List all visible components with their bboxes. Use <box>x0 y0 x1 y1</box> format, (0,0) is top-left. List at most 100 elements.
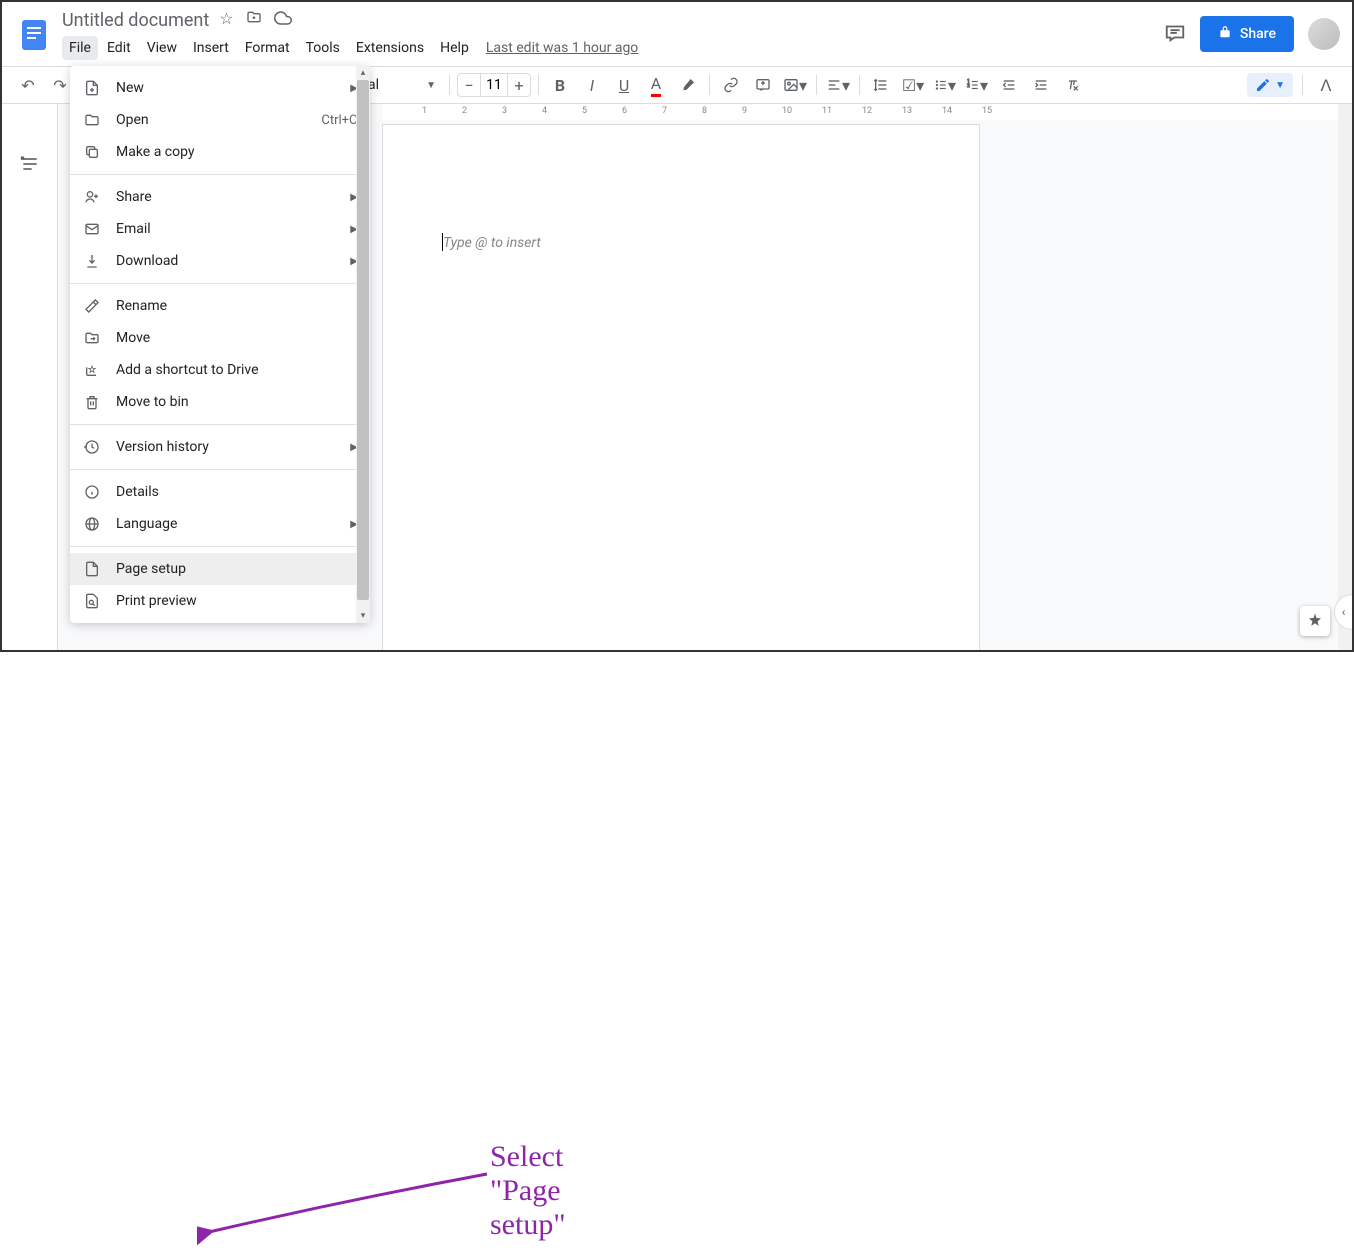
add-comment-button[interactable] <box>749 71 777 99</box>
menu-item-language[interactable]: Language▶ <box>70 508 370 540</box>
collapse-toolbar-button[interactable]: ᐱ <box>1312 71 1340 99</box>
lock-icon <box>1218 25 1232 43</box>
font-size-control: − 11 + <box>457 73 531 97</box>
scroll-thumb[interactable] <box>357 80 369 600</box>
menu-file[interactable]: File <box>62 36 98 60</box>
title-row: Untitled document ☆ <box>62 6 1164 34</box>
trash-icon <box>82 394 102 410</box>
menu-item-move-to-bin[interactable]: Move to bin <box>70 386 370 418</box>
menu-item-new[interactable]: New▶ <box>70 72 370 104</box>
decrease-indent-button[interactable] <box>995 71 1023 99</box>
numbered-list-button[interactable]: 12▾ <box>963 71 991 99</box>
menu-tools[interactable]: Tools <box>299 36 347 60</box>
font-size-value[interactable]: 11 <box>480 74 508 96</box>
clear-formatting-button[interactable] <box>1059 71 1087 99</box>
dropdown-scrollbar[interactable]: ▴ ▾ <box>356 66 370 623</box>
font-size-decrease[interactable]: − <box>458 74 480 96</box>
align-button[interactable]: ▾ <box>824 71 852 99</box>
globe-icon <box>82 516 102 532</box>
menu-bar: File Edit View Insert Format Tools Exten… <box>62 34 1164 62</box>
move-folder-icon[interactable] <box>246 9 262 31</box>
vertical-scrollbar[interactable] <box>1338 104 1352 650</box>
mail-icon <box>82 221 102 237</box>
star-icon[interactable]: ☆ <box>219 9 233 31</box>
file-new-icon <box>82 80 102 96</box>
info-icon <box>82 484 102 500</box>
increase-indent-button[interactable] <box>1027 71 1055 99</box>
dropdown-section-0: New▶ OpenCtrl+O Make a copy <box>70 72 370 168</box>
menu-insert[interactable]: Insert <box>186 36 236 60</box>
docs-logo-icon[interactable] <box>14 14 54 54</box>
text-color-button[interactable]: A <box>642 71 670 99</box>
document-outline-icon[interactable] <box>20 154 40 178</box>
person-add-icon <box>82 189 102 205</box>
horizontal-ruler[interactable]: 1 2 3 4 5 6 7 8 9 10 11 12 13 14 15 <box>382 104 1352 120</box>
menu-item-download[interactable]: Download▶ <box>70 245 370 277</box>
side-panel-expand-button[interactable]: ‹ <box>1334 594 1352 630</box>
last-edit-link[interactable]: Last edit was 1 hour ago <box>486 40 638 56</box>
app-header: Untitled document ☆ File Edit View Inser… <box>2 2 1352 66</box>
print-preview-icon <box>82 593 102 609</box>
svg-text:2: 2 <box>967 83 970 89</box>
copy-icon <box>82 144 102 160</box>
menu-item-email[interactable]: Email▶ <box>70 213 370 245</box>
menu-help[interactable]: Help <box>433 36 476 60</box>
share-label: Share <box>1240 26 1276 42</box>
header-right: Share <box>1164 16 1340 52</box>
menu-item-version-history[interactable]: Version history▶ <box>70 431 370 463</box>
shortcut-icon <box>82 362 102 378</box>
rename-icon <box>82 298 102 314</box>
font-size-increase[interactable]: + <box>508 74 530 96</box>
title-area: Untitled document ☆ File Edit View Inser… <box>62 6 1164 62</box>
menu-item-open[interactable]: OpenCtrl+O <box>70 104 370 136</box>
annotation-text: Select "Page setup" <box>490 1140 566 1242</box>
insert-image-button[interactable]: ▾ <box>781 71 809 99</box>
menu-item-make-copy[interactable]: Make a copy <box>70 136 370 168</box>
dropdown-section-2: Rename Move Add a shortcut to Drive Move… <box>70 290 370 418</box>
menu-item-page-setup[interactable]: Page setup <box>70 553 370 585</box>
undo-button[interactable]: ↶ <box>14 71 42 99</box>
move-icon <box>82 330 102 346</box>
history-icon <box>82 439 102 455</box>
explore-button[interactable] <box>1300 606 1330 636</box>
underline-button[interactable]: U <box>610 71 638 99</box>
page-placeholder: Type @ to insert <box>443 235 541 251</box>
scroll-up-icon[interactable]: ▴ <box>356 66 370 80</box>
scroll-down-icon[interactable]: ▾ <box>356 609 370 623</box>
menu-edit[interactable]: Edit <box>100 36 138 60</box>
checklist-button[interactable]: ☑▾ <box>899 71 927 99</box>
page-icon <box>82 561 102 577</box>
dropdown-section-1: Share▶ Email▶ Download▶ <box>70 181 370 277</box>
user-avatar[interactable] <box>1308 18 1340 50</box>
menu-item-add-shortcut[interactable]: Add a shortcut to Drive <box>70 354 370 386</box>
italic-button[interactable]: I <box>578 71 606 99</box>
menu-item-rename[interactable]: Rename <box>70 290 370 322</box>
insert-link-button[interactable] <box>717 71 745 99</box>
menu-item-details[interactable]: Details <box>70 476 370 508</box>
bold-button[interactable]: B <box>546 71 574 99</box>
comments-icon[interactable] <box>1164 21 1186 47</box>
download-icon <box>82 253 102 269</box>
cloud-status-icon[interactable] <box>274 9 292 31</box>
folder-open-icon <box>82 112 102 128</box>
menu-item-move[interactable]: Move <box>70 322 370 354</box>
line-spacing-button[interactable] <box>867 71 895 99</box>
highlight-button[interactable] <box>674 71 702 99</box>
share-button[interactable]: Share <box>1200 16 1294 52</box>
menu-view[interactable]: View <box>140 36 184 60</box>
dropdown-section-3: Version history▶ <box>70 431 370 463</box>
title-icons: ☆ <box>219 9 291 31</box>
menu-format[interactable]: Format <box>238 36 297 60</box>
editing-mode-button[interactable]: ▼ <box>1247 73 1293 97</box>
font-family-select[interactable]: al▼ <box>362 73 442 97</box>
document-title[interactable]: Untitled document <box>62 10 209 31</box>
menu-item-share[interactable]: Share▶ <box>70 181 370 213</box>
menu-extensions[interactable]: Extensions <box>349 36 431 60</box>
menu-item-print-preview[interactable]: Print preview <box>70 585 370 617</box>
document-page[interactable]: Type @ to insert <box>382 124 980 650</box>
file-menu-dropdown: New▶ OpenCtrl+O Make a copy Share▶ Email… <box>70 66 370 623</box>
annotation-arrow-icon <box>197 1170 497 1260</box>
bullet-list-button[interactable]: ▾ <box>931 71 959 99</box>
dropdown-section-5: Page setup Print preview <box>70 553 370 617</box>
left-gutter <box>2 104 58 650</box>
